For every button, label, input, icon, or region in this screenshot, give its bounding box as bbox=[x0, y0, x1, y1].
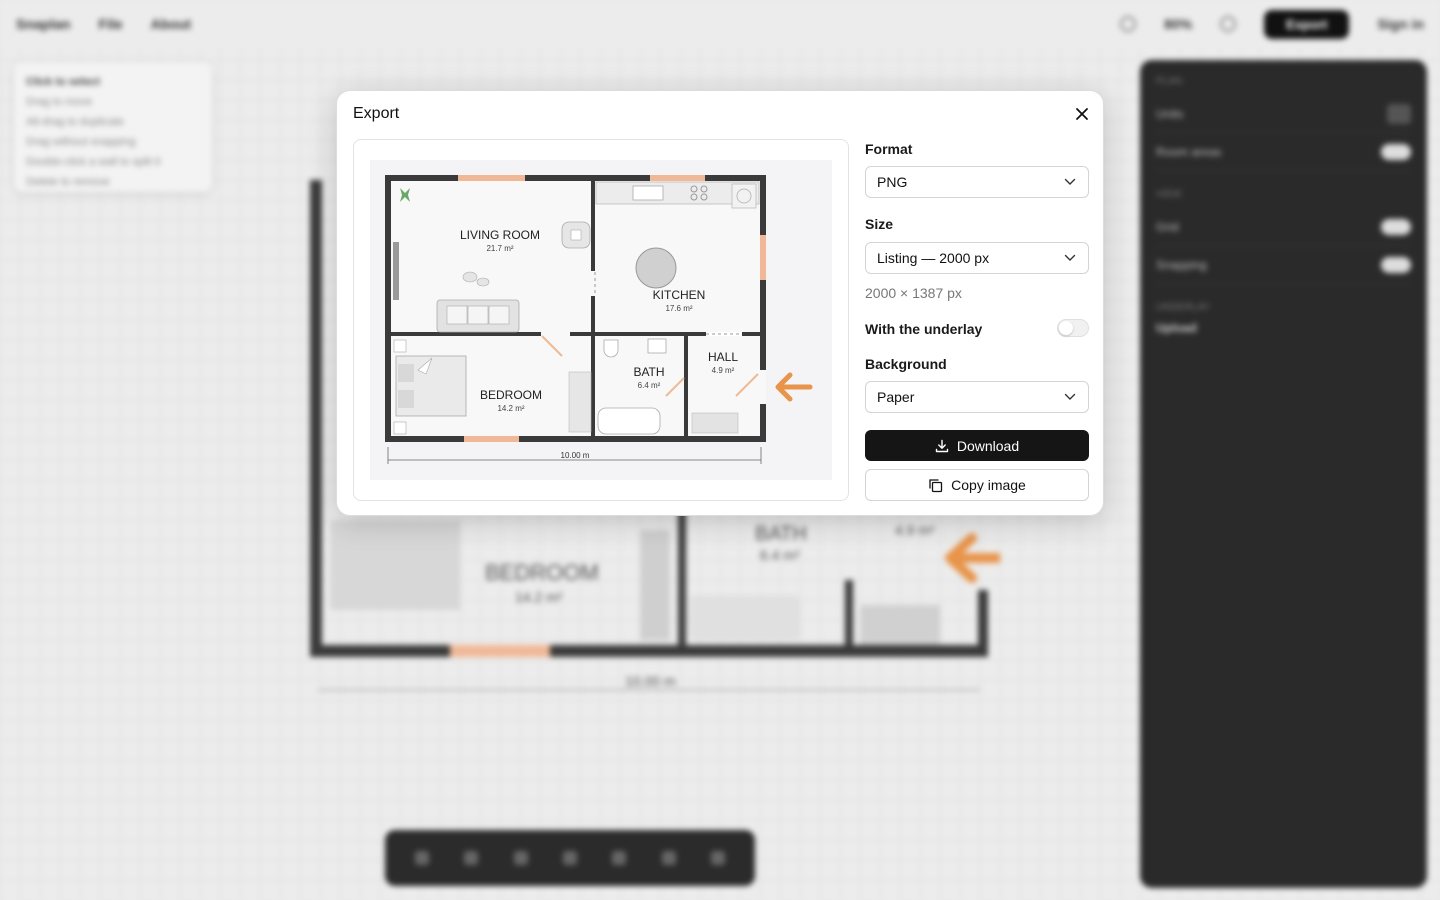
close-button[interactable] bbox=[1071, 103, 1093, 125]
window bbox=[458, 175, 525, 181]
sign-in-link[interactable]: Sign in bbox=[1377, 16, 1424, 32]
room-label: KITCHEN bbox=[653, 288, 706, 302]
window bbox=[464, 436, 519, 442]
properties-panel: PLAN Units Room areas VIEW Grid Snapping… bbox=[1140, 60, 1427, 888]
menu-about[interactable]: About bbox=[151, 16, 191, 32]
close-icon bbox=[1076, 108, 1088, 120]
room-label: HALL bbox=[708, 350, 738, 364]
upload-button[interactable]: Upload bbox=[1156, 321, 1411, 335]
wall-bottom bbox=[385, 436, 766, 442]
chevron-down-icon bbox=[1064, 254, 1076, 261]
wall-top bbox=[385, 175, 766, 181]
app-logo: Snaplan bbox=[16, 16, 71, 32]
toggle-knob bbox=[1059, 321, 1073, 335]
select-tool-icon[interactable] bbox=[414, 851, 429, 865]
measure-tool-icon[interactable] bbox=[711, 851, 726, 865]
text-tool-icon[interactable] bbox=[661, 851, 676, 865]
bg-room-area: 14.2 m² bbox=[515, 589, 563, 605]
panel-row[interactable]: Snapping bbox=[1156, 246, 1411, 284]
bg-room-area: 6.4 m² bbox=[760, 547, 800, 563]
panel-row[interactable]: Grid bbox=[1156, 208, 1411, 246]
background-label: Background bbox=[865, 356, 947, 372]
format-select[interactable]: PNG bbox=[865, 166, 1089, 198]
size-dimensions: 2000 × 1387 px bbox=[865, 285, 962, 301]
room-area: 6.4 m² bbox=[638, 381, 661, 390]
bg-dimension: 10.00 m bbox=[625, 673, 676, 689]
window bbox=[760, 235, 766, 280]
chevron-down-icon bbox=[1064, 178, 1076, 185]
underlay-label: With the underlay bbox=[865, 321, 983, 337]
room-area: 17.6 m² bbox=[665, 304, 692, 313]
panel-row-label: Room areas bbox=[1156, 144, 1222, 159]
panel-row[interactable]: Room areas bbox=[1156, 133, 1411, 171]
wall-left bbox=[385, 175, 391, 442]
door-tool-icon[interactable] bbox=[513, 851, 528, 865]
panel-row-label: Snapping bbox=[1156, 257, 1207, 272]
hint-line: Drag without snapping bbox=[26, 136, 136, 148]
download-button[interactable]: Download bbox=[865, 430, 1089, 461]
bg-room-label: BATH bbox=[755, 523, 807, 545]
panel-section-title: PLAN bbox=[1156, 76, 1183, 87]
download-label: Download bbox=[956, 437, 1020, 454]
hint-line: Delete to remove bbox=[26, 176, 110, 188]
panel-row-label: Grid bbox=[1156, 219, 1179, 234]
panel-row[interactable]: Units bbox=[1156, 95, 1411, 133]
window bbox=[650, 175, 705, 181]
size-label: Size bbox=[865, 216, 894, 232]
hint-line: Click to select bbox=[26, 76, 100, 88]
room-label: BEDROOM bbox=[480, 388, 542, 402]
format-label: Format bbox=[865, 141, 913, 157]
toolbar-export-button[interactable]: Export bbox=[1264, 9, 1350, 39]
search-icon[interactable] bbox=[1120, 16, 1137, 32]
wall-tool-icon[interactable] bbox=[464, 851, 479, 865]
window-tool-icon[interactable] bbox=[562, 851, 577, 865]
zoom-level[interactable]: 80% bbox=[1164, 16, 1192, 32]
underlay-toggle[interactable] bbox=[1057, 319, 1089, 337]
top-bar: Snaplan File About 80% Export Sign in bbox=[0, 0, 1440, 48]
size-select[interactable]: Listing — 2000 px bbox=[865, 242, 1089, 274]
hint-line: Double-click a wall to split it bbox=[26, 156, 161, 168]
tool-bar bbox=[385, 830, 755, 886]
copy-icon bbox=[929, 478, 943, 492]
hint-line: Alt-drag to duplicate bbox=[26, 116, 124, 128]
room-area: 21.7 m² bbox=[486, 244, 513, 253]
shortcut-hints: Click to select Drag to move Alt-drag to… bbox=[14, 62, 212, 192]
dialog-title: Export bbox=[353, 105, 400, 122]
size-value: Listing — 2000 px bbox=[877, 250, 990, 266]
copy-image-button[interactable]: Copy image bbox=[865, 469, 1089, 501]
hint-line: Drag to move bbox=[26, 96, 93, 108]
background-value: Paper bbox=[877, 389, 915, 405]
copy-label: Copy image bbox=[951, 477, 1026, 493]
export-preview: LIVING ROOM 21.7 m² KITCHEN 17.6 m² BEDR… bbox=[353, 139, 849, 501]
zoom-icon[interactable] bbox=[1220, 16, 1237, 32]
room-label: LIVING ROOM bbox=[460, 228, 540, 242]
room-area: 4.9 m² bbox=[712, 366, 735, 375]
download-icon bbox=[935, 439, 949, 452]
floor-plan-preview: LIVING ROOM 21.7 m² KITCHEN 17.6 m² BEDR… bbox=[385, 175, 813, 464]
chevron-down-icon bbox=[1064, 393, 1076, 400]
bg-room-area: 4.9 m² bbox=[895, 522, 935, 538]
panel-row-label: Units bbox=[1156, 106, 1184, 121]
bg-room-label: BEDROOM bbox=[485, 560, 599, 585]
dimension-label: 10.00 m bbox=[561, 451, 590, 460]
preview-canvas: LIVING ROOM 21.7 m² KITCHEN 17.6 m² BEDR… bbox=[370, 160, 832, 480]
format-value: PNG bbox=[877, 174, 908, 190]
entrance-arrow-icon bbox=[775, 372, 813, 402]
panel-section-title: UNDERLAY bbox=[1156, 302, 1210, 313]
menu-file[interactable]: File bbox=[98, 16, 122, 32]
room-label: BATH bbox=[633, 365, 664, 379]
panel-section-title: VIEW bbox=[1156, 189, 1182, 200]
furniture-tool-icon[interactable] bbox=[612, 851, 627, 865]
export-dialog: Export LIVING ROOM 21.7 m² KITCHEN 17.6 … bbox=[336, 90, 1104, 516]
background-select[interactable]: Paper bbox=[865, 381, 1089, 413]
room-area: 14.2 m² bbox=[497, 404, 524, 413]
